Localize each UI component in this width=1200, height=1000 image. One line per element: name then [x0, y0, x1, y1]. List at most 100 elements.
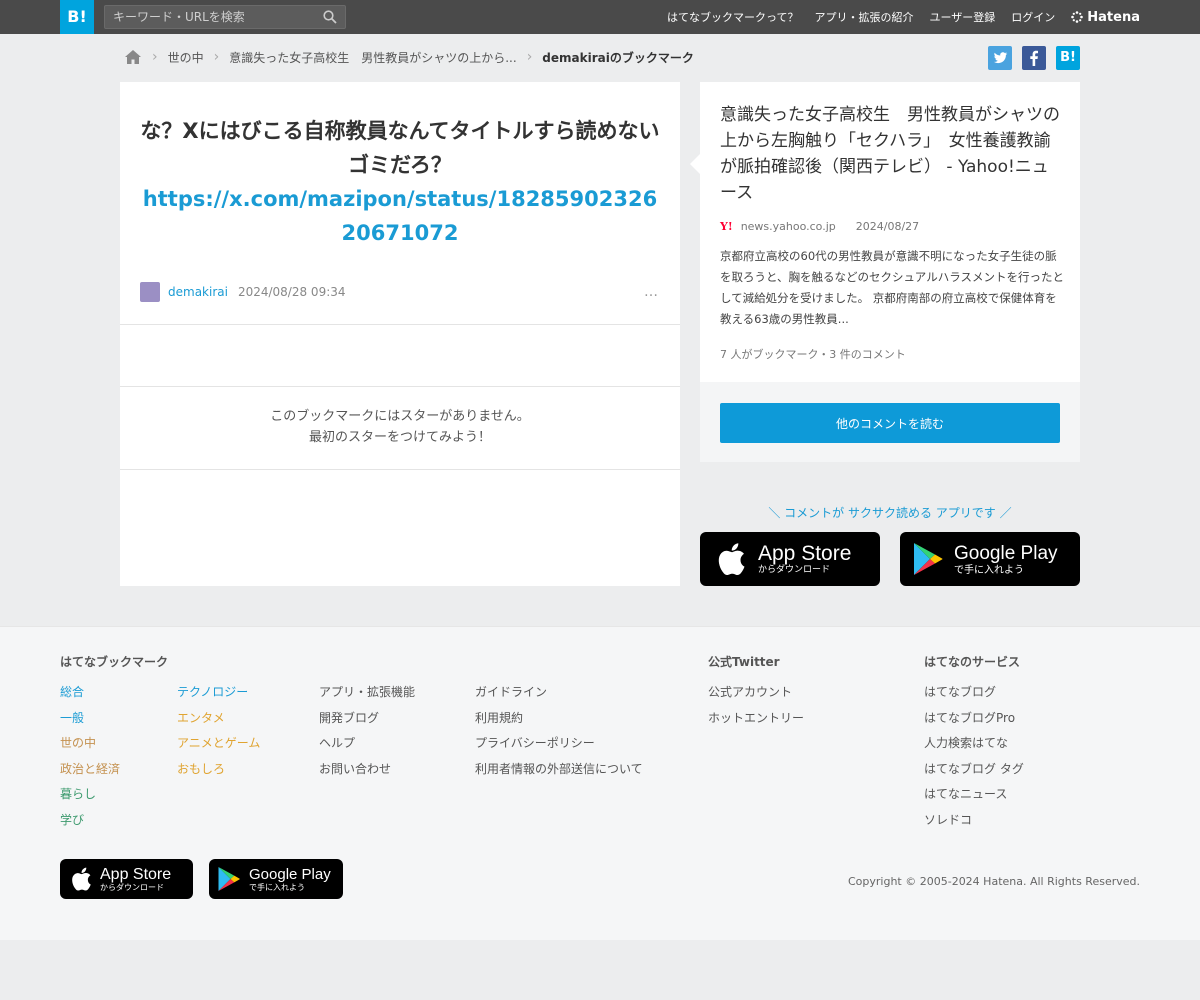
top-nav: はてなブックマークって？ アプリ・拡張の紹介 ユーザー登録 ログイン Haten… [667, 0, 1140, 34]
footer-link-official-account[interactable]: 公式アカウント [708, 684, 804, 701]
facebook-share-icon[interactable] [1022, 46, 1046, 70]
entry-domain[interactable]: news.yahoo.co.jp [741, 220, 836, 233]
footer-link-apps[interactable]: アプリ・拡張機能 [319, 684, 415, 701]
footer-link-knowledge[interactable]: 学び [60, 812, 120, 829]
footer-link-politics[interactable]: 政治と経済 [60, 761, 120, 778]
footer: はてなブックマーク 公式Twitter はてなのサービス 総合 一般 世の中 政… [0, 626, 1200, 940]
footer-link-social[interactable]: 世の中 [60, 735, 120, 752]
bookmark-comment: な？Xにはびこる自称教員なんてタイトルすら読めないゴミだろ？ https://x… [140, 114, 660, 250]
footer-link-help[interactable]: ヘルプ [319, 735, 415, 752]
footer-app-store-badge[interactable]: App Store からダウンロード [60, 859, 193, 899]
footer-link-hatena-blog-pro[interactable]: はてなブログPro [924, 710, 1024, 727]
footer-links-legal: ガイドライン 利用規約 プライバシーポリシー 利用者情報の外部送信について [475, 684, 643, 777]
footer-link-it[interactable]: テクノロジー [177, 684, 260, 701]
breadcrumb-category[interactable]: 世の中 [168, 49, 204, 66]
footer-link-external-transmission[interactable]: 利用者情報の外部送信について [475, 761, 643, 778]
footer-link-jinriki[interactable]: 人力検索はてな [924, 735, 1024, 752]
twitter-share-icon[interactable] [988, 46, 1012, 70]
entry-excerpt: 京都府立高校の60代の男性教員が意識不明になった女子生徒の脈を取ろうと、胸を触る… [720, 249, 1064, 326]
footer-links-services: はてなブログ はてなブログPro 人力検索はてな はてなブログ タグ はてなニュ… [924, 684, 1024, 828]
chevron-right-icon: › [213, 49, 220, 65]
entry-card: 意識失った女子高校生 男性教員がシャツの上から左胸触り「セクハラ」 女性養護教諭… [690, 82, 1080, 382]
google-play-badge[interactable]: Google Play で手に入れよう [900, 532, 1080, 586]
google-play-label: Google Play [249, 865, 331, 883]
footer-google-play-text: Google Play で手に入れよう [249, 866, 331, 893]
google-play-sublabel: で手に入れよう [954, 564, 1024, 576]
bookmark-meta: demakirai 2024/08/28 09:34 … [140, 282, 660, 302]
footer-heading-bookmark: はてなブックマーク [60, 655, 169, 669]
chevron-right-icon: › [152, 49, 158, 65]
hatena-logo[interactable]: Hatena [1071, 10, 1140, 25]
search-icon[interactable] [323, 10, 337, 24]
footer-link-hot-entry[interactable]: ホットエントリー [708, 710, 804, 727]
user-link[interactable]: demakirai [168, 285, 228, 299]
nav-login[interactable]: ログイン [1011, 9, 1055, 25]
divider [120, 324, 680, 325]
footer-link-terms[interactable]: 利用規約 [475, 710, 643, 727]
nav-about[interactable]: はてなブックマークって？ [667, 9, 798, 25]
entry-date: 2024/08/27 [855, 220, 920, 233]
footer-google-play-badge[interactable]: Google Play で手に入れよう [209, 859, 343, 899]
bookmark-datetime: 2024/08/28 09:34 [237, 285, 346, 299]
top-bar: B! はてなブックマークって？ アプリ・拡張の紹介 ユーザー登録 ログイン Ha… [0, 0, 1200, 34]
google-play-icon [914, 543, 943, 575]
no-stars-message: このブックマークにはスターがありません。 最初のスターをつけてみよう！ [120, 406, 680, 448]
app-store-text: App Store からダウンロード [758, 542, 851, 576]
nav-register[interactable]: ユーザー登録 [930, 9, 996, 25]
footer-link-soredoko[interactable]: ソレドコ [924, 812, 1024, 829]
google-play-sublabel: で手に入れよう [249, 882, 305, 892]
bookmark-card: な？Xにはびこる自称教員なんてタイトルすら読めないゴミだろ？ https://x… [120, 82, 680, 586]
more-comments-area: 他のコメントを読む [700, 382, 1080, 462]
comment-text: な？Xにはびこる自称教員なんてタイトルすら読めないゴミだろ？ [140, 119, 660, 177]
app-store-sublabel: からダウンロード [100, 882, 164, 892]
footer-link-life[interactable]: 暮らし [60, 786, 120, 803]
nav-apps[interactable]: アプリ・拡張の紹介 [815, 9, 914, 25]
google-play-icon [218, 867, 240, 891]
entry-source: Y! news.yahoo.co.jp 2024/08/27 [720, 220, 919, 233]
search-input[interactable] [105, 6, 315, 28]
search-box [104, 5, 346, 29]
google-play-label: Google Play [954, 542, 1058, 564]
app-store-label: App Store [100, 865, 172, 883]
more-options-icon[interactable]: … [644, 284, 660, 300]
google-play-text: Google Play で手に入れよう [954, 543, 1058, 576]
divider [120, 469, 680, 470]
apple-icon [72, 867, 91, 891]
hatena-share-icon[interactable]: B! [1056, 46, 1080, 70]
comment-link[interactable]: https://x.com/mazipon/status/18285902326… [140, 182, 660, 250]
footer-link-hatena-blog[interactable]: はてなブログ [924, 684, 1024, 701]
copyright: Copyright © 2005-2024 Hatena. All Rights… [847, 875, 1140, 888]
footer-link-blog-tag[interactable]: はてなブログ タグ [924, 761, 1024, 778]
app-store-sublabel: からダウンロード [758, 564, 831, 575]
hatena-bookmark-logo[interactable]: B! [60, 0, 94, 34]
footer-app-store-text: App Store からダウンロード [100, 866, 171, 893]
app-tagline: ＼ コメントが サクサク読める アプリです ／ [768, 506, 1012, 520]
footer-link-fun[interactable]: おもしろ [177, 761, 260, 778]
breadcrumb-current: demakiraiのブックマーク [542, 50, 694, 65]
breadcrumb-entry[interactable]: 意識失った女子高校生 男性教員がシャツの上から... [229, 49, 516, 66]
entry-counts[interactable]: 7 人がブックマーク・3 件のコメント [720, 346, 906, 362]
footer-link-dev-blog[interactable]: 開発ブログ [319, 710, 415, 727]
chevron-right-icon: › [526, 49, 533, 65]
read-other-comments-button[interactable]: 他のコメントを読む [720, 403, 1060, 443]
yahoo-favicon-icon: Y! [720, 220, 733, 233]
footer-heading-twitter: 公式Twitter [708, 655, 780, 669]
hatena-logo-text: Hatena [1087, 9, 1140, 25]
footer-link-anime-game[interactable]: アニメとゲーム [177, 735, 260, 752]
footer-categories-2: テクノロジー エンタメ アニメとゲーム おもしろ [177, 684, 260, 777]
share-buttons: B! [988, 46, 1080, 70]
footer-link-contact[interactable]: お問い合わせ [319, 761, 415, 778]
footer-link-privacy[interactable]: プライバシーポリシー [475, 735, 643, 752]
footer-categories-1: 総合 一般 世の中 政治と経済 暮らし 学び [60, 684, 120, 828]
footer-link-general[interactable]: 一般 [60, 710, 120, 727]
breadcrumb: › 世の中 › 意識失った女子高校生 男性教員がシャツの上から... › dem… [124, 47, 694, 67]
avatar[interactable] [140, 282, 160, 302]
home-icon[interactable] [124, 49, 142, 65]
app-store-badge[interactable]: App Store からダウンロード [700, 532, 880, 586]
footer-link-all[interactable]: 総合 [60, 684, 120, 701]
divider [120, 386, 680, 387]
footer-link-guideline[interactable]: ガイドライン [475, 684, 643, 701]
footer-link-hatena-news[interactable]: はてなニュース [924, 786, 1024, 803]
footer-link-entertainment[interactable]: エンタメ [177, 710, 260, 727]
entry-title[interactable]: 意識失った女子高校生 男性教員がシャツの上から左胸触り「セクハラ」 女性養護教諭… [720, 102, 1065, 206]
